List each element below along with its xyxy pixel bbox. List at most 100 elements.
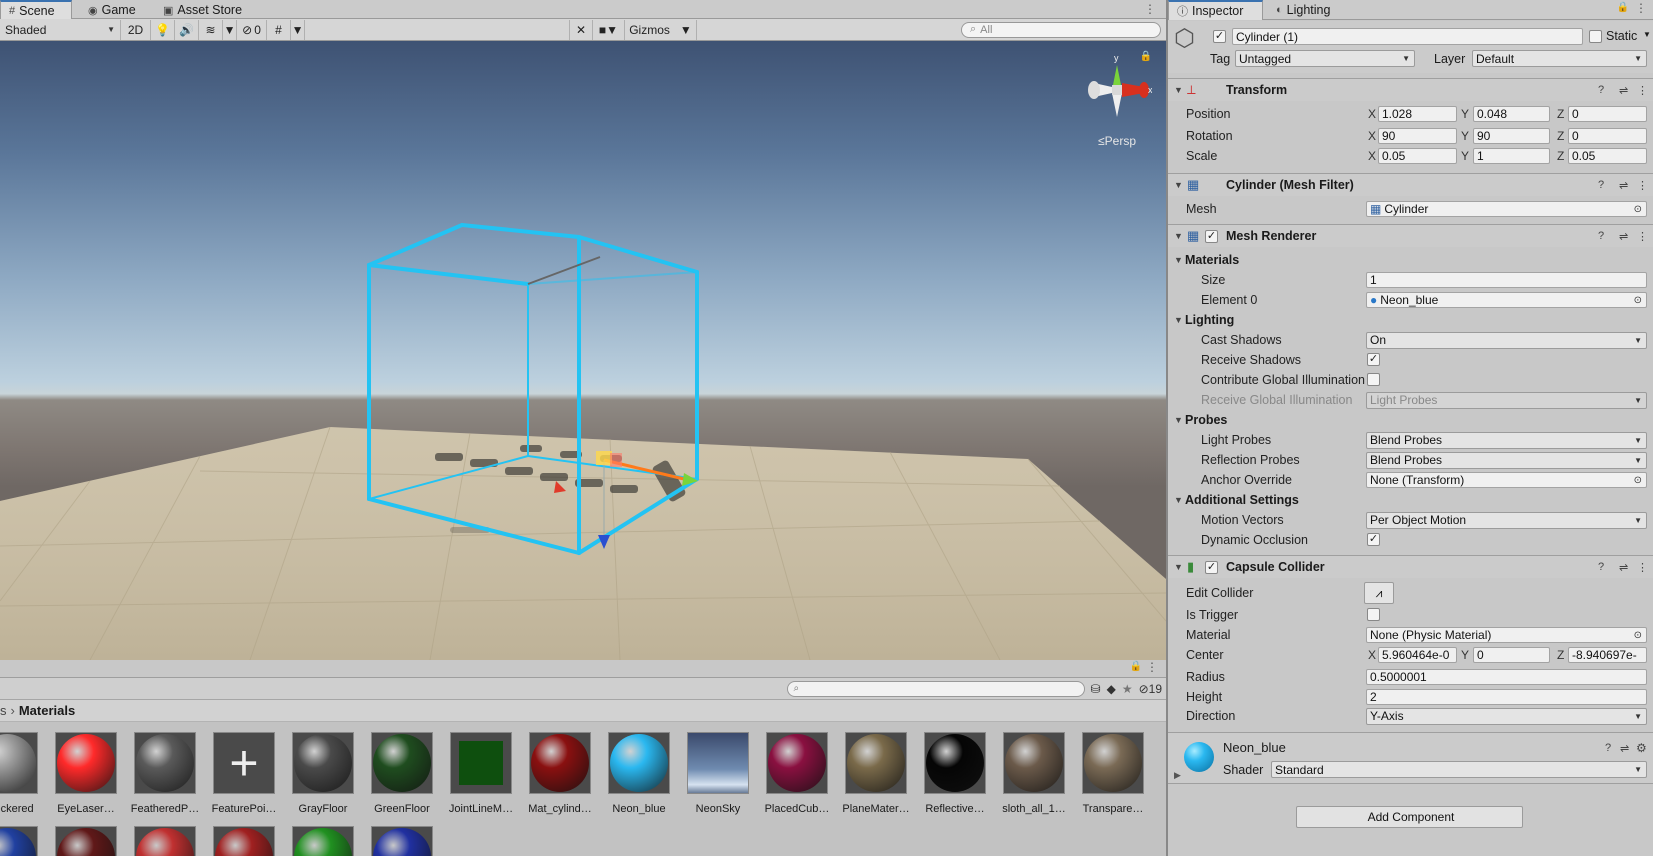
breadcrumb-item[interactable]: s — [0, 703, 7, 718]
more-menu-icon[interactable]: ⋮ — [1144, 2, 1156, 16]
asset-item[interactable]: EyeLaser… — [49, 732, 123, 815]
tab-lighting[interactable]: ◐ Lighting — [1268, 0, 1338, 20]
receive-shadows-checkbox[interactable]: ✓ — [1367, 353, 1380, 366]
help-icon[interactable]: ? — [1598, 561, 1604, 573]
shader-dropdown[interactable]: Standard ▼ — [1271, 761, 1647, 778]
edit-collider-button[interactable]: ⩘ — [1364, 582, 1394, 604]
reflection-probes-dropdown[interactable]: Blend Probes ▼ — [1366, 451, 1647, 469]
center-z-field[interactable]: -8.940697e- — [1568, 647, 1647, 663]
lighting-foldout[interactable]: ▼ Lighting — [1168, 310, 1653, 330]
draw-mode-dropdown[interactable]: Shaded ▼ — [0, 19, 121, 40]
more-menu-icon[interactable]: ⋮ — [1637, 84, 1648, 97]
toggle-2d-button[interactable]: 2D — [121, 19, 151, 40]
position-y-field[interactable]: 0.048 — [1473, 106, 1550, 122]
project-search-input[interactable]: ⌕ — [786, 680, 1085, 697]
light-probes-dropdown[interactable]: Blend Probes ▼ — [1366, 431, 1647, 449]
foldout-open-icon[interactable]: ▼ — [1174, 562, 1183, 572]
position-z-field[interactable]: 0 — [1568, 106, 1647, 122]
presets-icon[interactable]: ⇌ — [1619, 561, 1628, 574]
help-icon[interactable]: ? — [1598, 179, 1604, 191]
object-picker-icon[interactable]: ⊙ — [1634, 204, 1642, 215]
tools-icon[interactable]: ✕ — [569, 19, 593, 40]
help-icon[interactable]: ? — [1598, 84, 1604, 96]
camera-settings-icon[interactable]: ■ ▼ — [593, 19, 625, 40]
presets-icon[interactable]: ⇌ — [1620, 742, 1629, 755]
asset-item[interactable] — [128, 826, 202, 856]
materials-foldout[interactable]: ▼ Materials — [1168, 250, 1653, 270]
foldout-closed-icon[interactable]: ▶ — [1174, 770, 1181, 781]
lock-icon[interactable]: 🔒 — [1617, 2, 1629, 13]
more-menu-icon[interactable]: ⋮ — [1637, 179, 1648, 192]
asset-item[interactable]: GreenFloor — [365, 732, 439, 815]
gear-icon[interactable]: ⚙ — [1636, 741, 1647, 755]
grid-dropdown-icon[interactable]: ▼ — [291, 19, 305, 40]
object-picker-icon[interactable]: ⊙ — [1634, 630, 1642, 641]
height-field[interactable]: 2 — [1366, 689, 1647, 705]
more-menu-icon[interactable]: ⋮ — [1637, 230, 1648, 243]
mesh-filter-header[interactable]: ▼ ▦ Cylinder (Mesh Filter) ? ⇌ ⋮ — [1168, 173, 1653, 196]
presets-icon[interactable]: ⇌ — [1619, 230, 1628, 243]
scale-z-field[interactable]: 0.05 — [1568, 148, 1647, 164]
asset-item[interactable]: + FeaturePoi… — [207, 732, 281, 815]
asset-item[interactable]: NeonSky — [681, 732, 755, 815]
asset-item[interactable]: sloth_all_1… — [997, 732, 1071, 815]
breadcrumb-current[interactable]: Materials — [19, 703, 75, 718]
physic-material-field[interactable]: None (Physic Material) ⊙ — [1366, 627, 1647, 643]
asset-item[interactable]: Checkered — [0, 732, 44, 815]
dynamic-occlusion-checkbox[interactable]: ✓ — [1367, 533, 1380, 546]
tag-dropdown[interactable]: Untagged ▼ — [1235, 50, 1415, 67]
tab-scene[interactable]: # Scene — [0, 0, 72, 20]
is-trigger-checkbox[interactable] — [1367, 608, 1380, 621]
foldout-open-icon[interactable]: ▼ — [1174, 180, 1183, 190]
capsule-collider-enabled-checkbox[interactable]: ✓ — [1205, 561, 1218, 574]
add-component-button[interactable]: Add Component — [1296, 806, 1523, 828]
additional-settings-foldout[interactable]: ▼ Additional Settings — [1168, 490, 1653, 510]
more-menu-icon[interactable]: ⋮ — [1637, 561, 1648, 574]
favorite-star-icon[interactable]: ★ — [1122, 682, 1133, 696]
mesh-object-field[interactable]: ▦ Cylinder ⊙ — [1366, 201, 1647, 217]
object-name-field[interactable]: Cylinder (1) — [1232, 28, 1583, 45]
presets-icon[interactable]: ⇌ — [1619, 179, 1628, 192]
presets-icon[interactable]: ⇌ — [1619, 84, 1628, 97]
motion-vectors-dropdown[interactable]: Per Object Motion ▼ — [1366, 511, 1647, 529]
hidden-packages-toggle[interactable]: ⊘19 — [1139, 682, 1162, 696]
transform-header[interactable]: ▼ ⟂ Transform ? ⇌ ⋮ — [1168, 78, 1653, 101]
foldout-open-icon[interactable]: ▼ — [1174, 231, 1183, 241]
tab-inspector[interactable]: ⓘ Inspector — [1168, 0, 1263, 20]
projection-label[interactable]: ≤Persp — [1098, 134, 1136, 148]
chevron-down-icon[interactable]: ▼ — [1643, 30, 1651, 39]
asset-item[interactable]: Transpare… — [1076, 732, 1150, 815]
probes-foldout[interactable]: ▼ Probes — [1168, 410, 1653, 430]
center-x-field[interactable]: 5.960464e-0 — [1378, 647, 1457, 663]
audio-toggle-icon[interactable]: 🔊 — [175, 19, 199, 40]
asset-item[interactable] — [286, 826, 360, 856]
mesh-renderer-enabled-checkbox[interactable]: ✓ — [1205, 230, 1218, 243]
more-menu-icon[interactable]: ⋮ — [1146, 660, 1158, 674]
layer-dropdown[interactable]: Default ▼ — [1472, 50, 1647, 67]
lighting-toggle-icon[interactable]: 💡 — [151, 19, 175, 40]
tab-game[interactable]: ◉ Game — [80, 0, 144, 20]
contribute-gi-checkbox[interactable] — [1367, 373, 1380, 386]
rotation-x-field[interactable]: 90 — [1378, 128, 1457, 144]
asset-item[interactable] — [207, 826, 281, 856]
asset-item[interactable]: PlaneMater… — [839, 732, 913, 815]
help-icon[interactable]: ? — [1605, 742, 1611, 754]
asset-item[interactable]: PlacedCub… — [760, 732, 834, 815]
element0-object-field[interactable]: ● Neon_blue ⊙ — [1366, 292, 1647, 308]
object-picker-icon[interactable]: ⊙ — [1634, 295, 1642, 306]
asset-item[interactable]: Reflective… — [918, 732, 992, 815]
foldout-open-icon[interactable]: ▼ — [1174, 85, 1183, 95]
effects-toggle-icon[interactable]: ≋ — [199, 19, 223, 40]
rotation-y-field[interactable]: 90 — [1473, 128, 1550, 144]
scale-x-field[interactable]: 0.05 — [1378, 148, 1457, 164]
scene-search-input[interactable]: ⌕ All — [961, 21, 1161, 38]
tab-asset-store[interactable]: ▣ Asset Store — [155, 0, 250, 20]
materials-size-field[interactable]: 1 — [1366, 272, 1647, 288]
center-y-field[interactable]: 0 — [1473, 647, 1550, 663]
scene-viewport[interactable]: 🔒 y x ≤Persp — [0, 41, 1166, 660]
gizmos-dropdown[interactable]: Gizmos ▼ — [625, 19, 697, 40]
asset-item[interactable] — [0, 826, 44, 856]
asset-item[interactable] — [365, 826, 439, 856]
more-menu-icon[interactable]: ⋮ — [1635, 1, 1647, 15]
grid-toggle-icon[interactable]: # — [267, 19, 291, 40]
